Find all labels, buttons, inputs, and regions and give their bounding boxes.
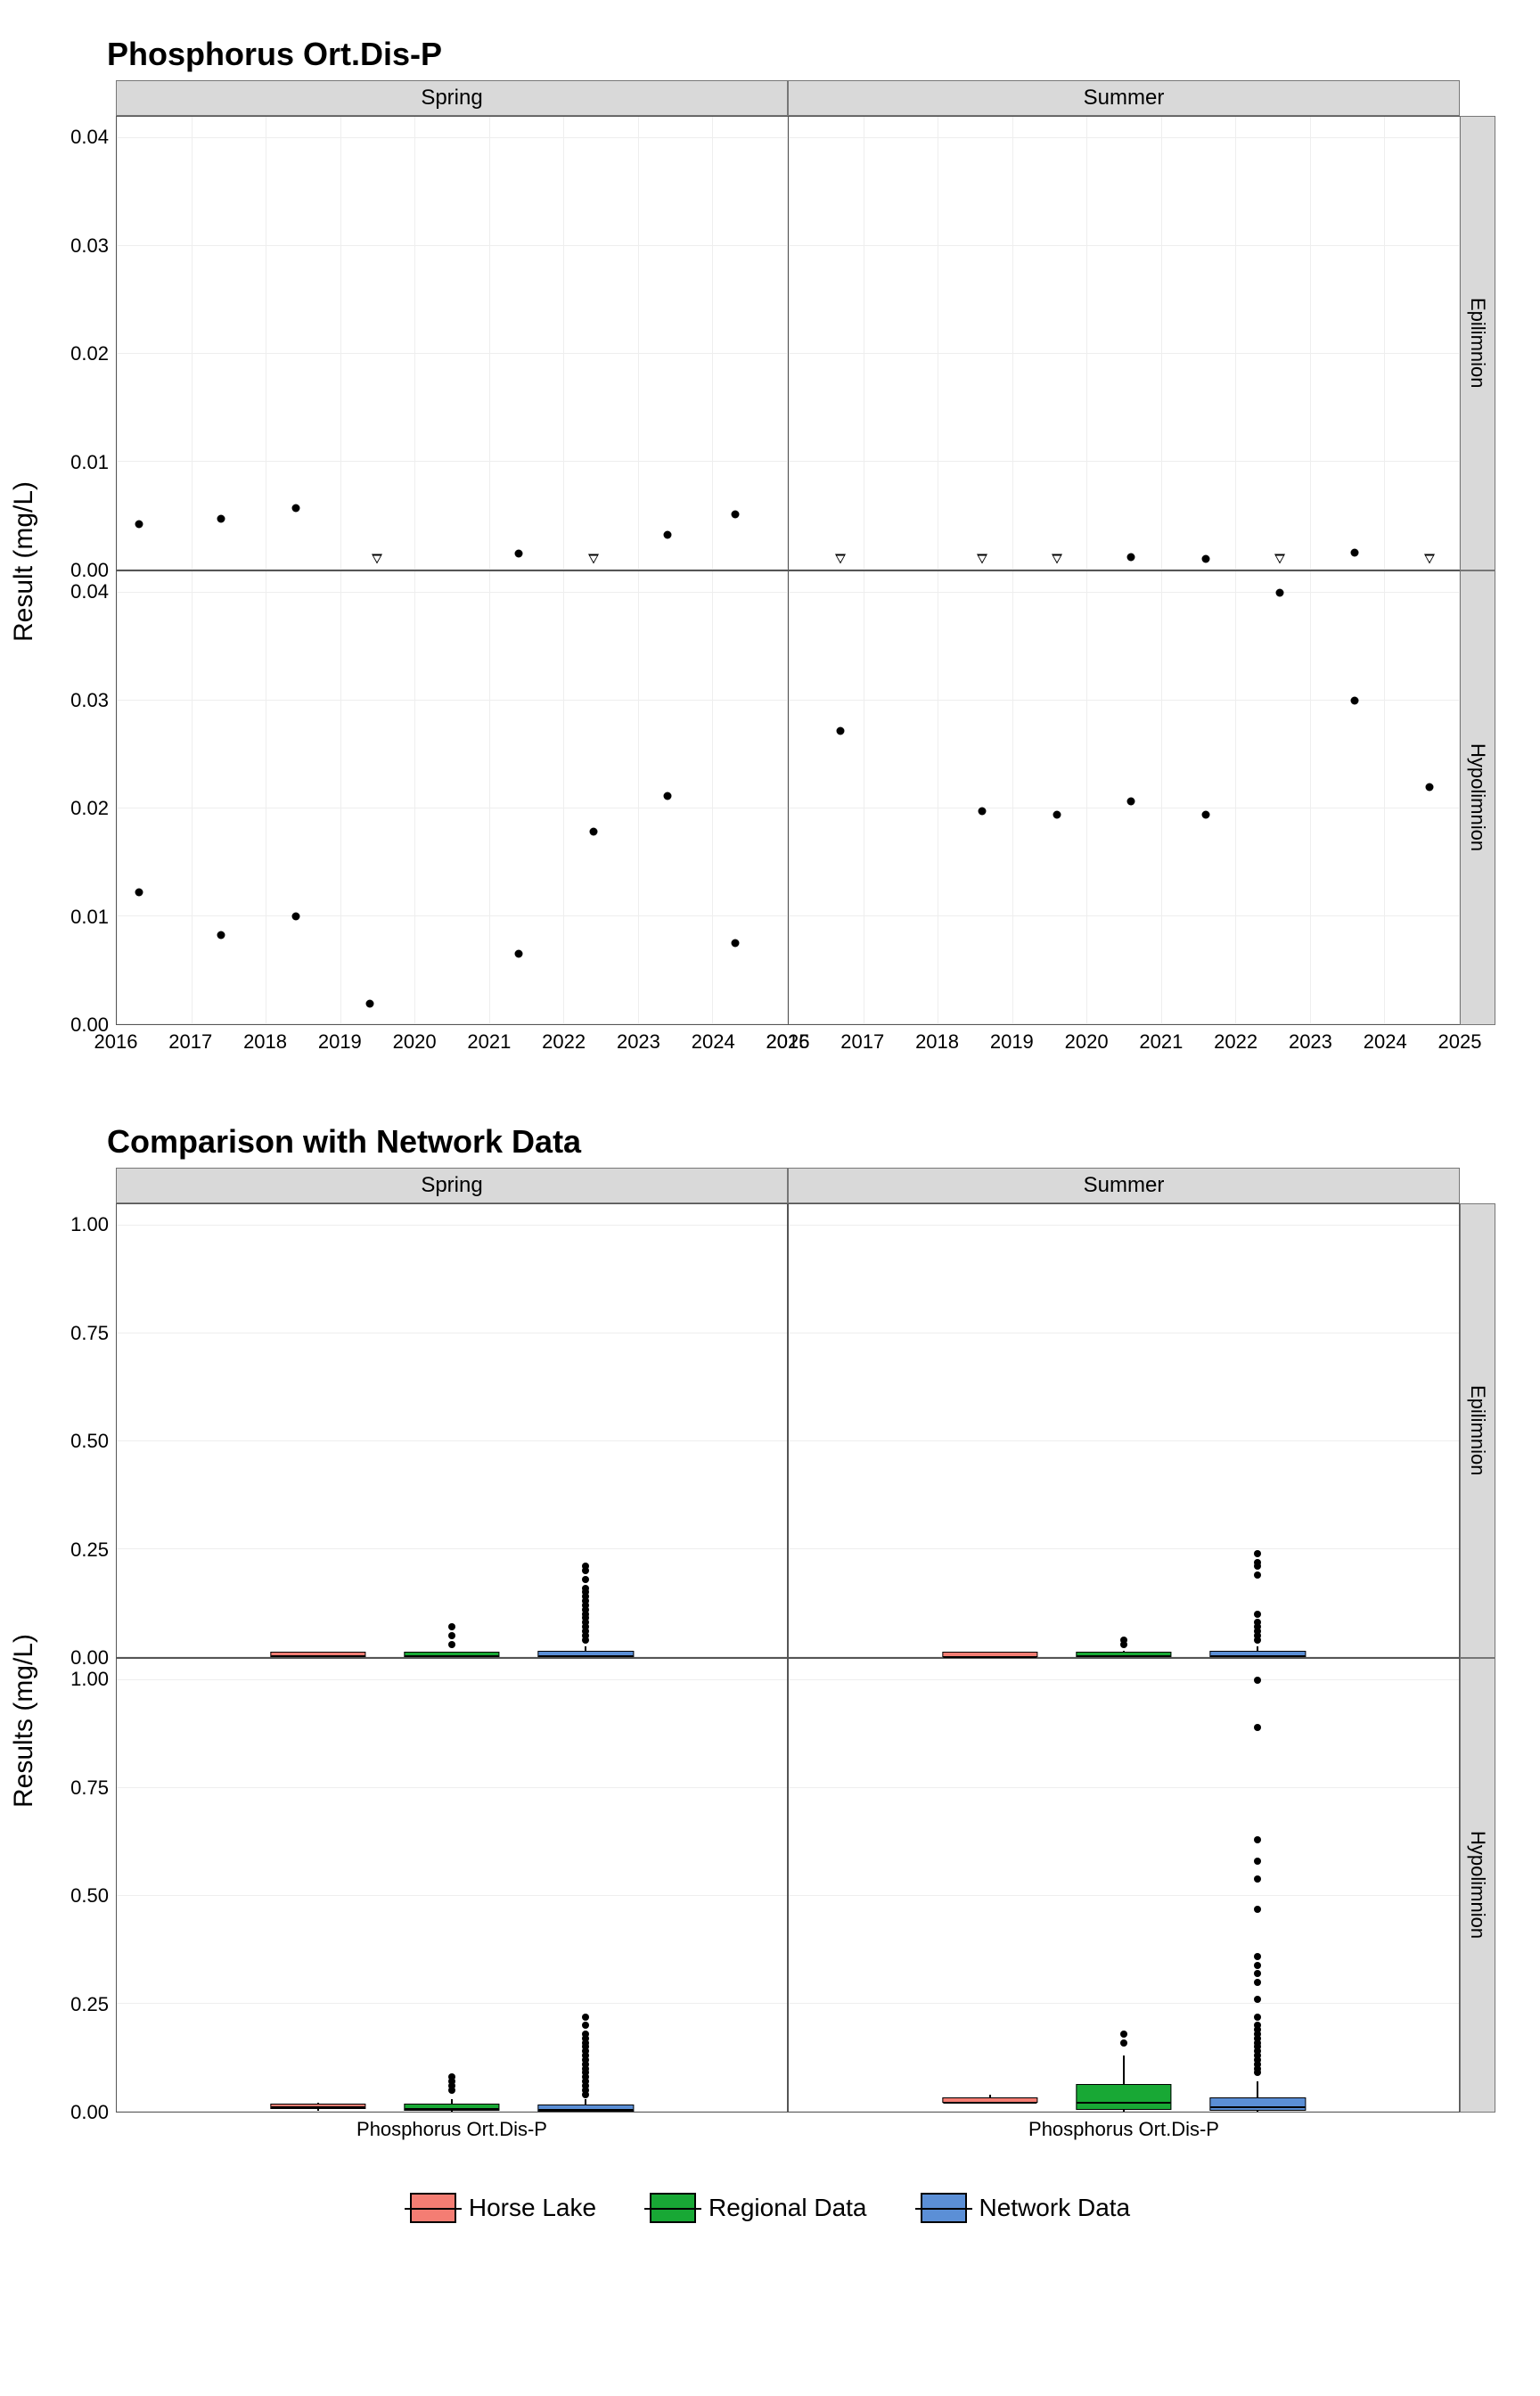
strip2-col-summer: Summer [788,1168,1460,1203]
panel-spring-epi [116,116,788,570]
chart2: Spring Summer 0.000.250.500.751.00 Epili… [45,1168,1495,2148]
box-summer-epi [788,1203,1460,1658]
strip-col-summer: Summer [788,80,1460,116]
strip2-row-hypo: Hypolimnion [1460,1658,1495,2113]
strip-row-hypo: Hypolimnion [1460,570,1495,1025]
box-spring-epi [116,1203,788,1658]
strip-row-epi: Epilimnion [1460,116,1495,570]
panel-spring-hypo [116,570,788,1025]
strip2-col-spring: Spring [116,1168,788,1203]
box-summer-hypo [788,1658,1460,2113]
chart1-title: Phosphorus Ort.Dis-P [107,36,1495,73]
legend-swatch-network [921,2193,967,2223]
box-spring-hypo [116,1658,788,2113]
panel-summer-hypo [788,570,1460,1025]
legend-label-regional: Regional Data [709,2194,866,2222]
legend-label-network: Network Data [979,2194,1131,2222]
strip2-row-epi: Epilimnion [1460,1203,1495,1658]
legend-swatch-regional [650,2193,696,2223]
panel-summer-epi [788,116,1460,570]
legend-swatch-horse [410,2193,456,2223]
legend: Horse Lake Regional Data Network Data [45,2193,1495,2223]
strip-col-spring: Spring [116,80,788,116]
chart1: Spring Summer 0.000.010.020.030.04 Epili… [45,80,1495,1061]
chart1-ylabel: Result (mg/L) [9,339,39,784]
legend-label-horse: Horse Lake [469,2194,596,2222]
chart2-title: Comparison with Network Data [107,1123,1495,1161]
chart2-ylabel: Results (mg/L) [9,1498,39,1943]
